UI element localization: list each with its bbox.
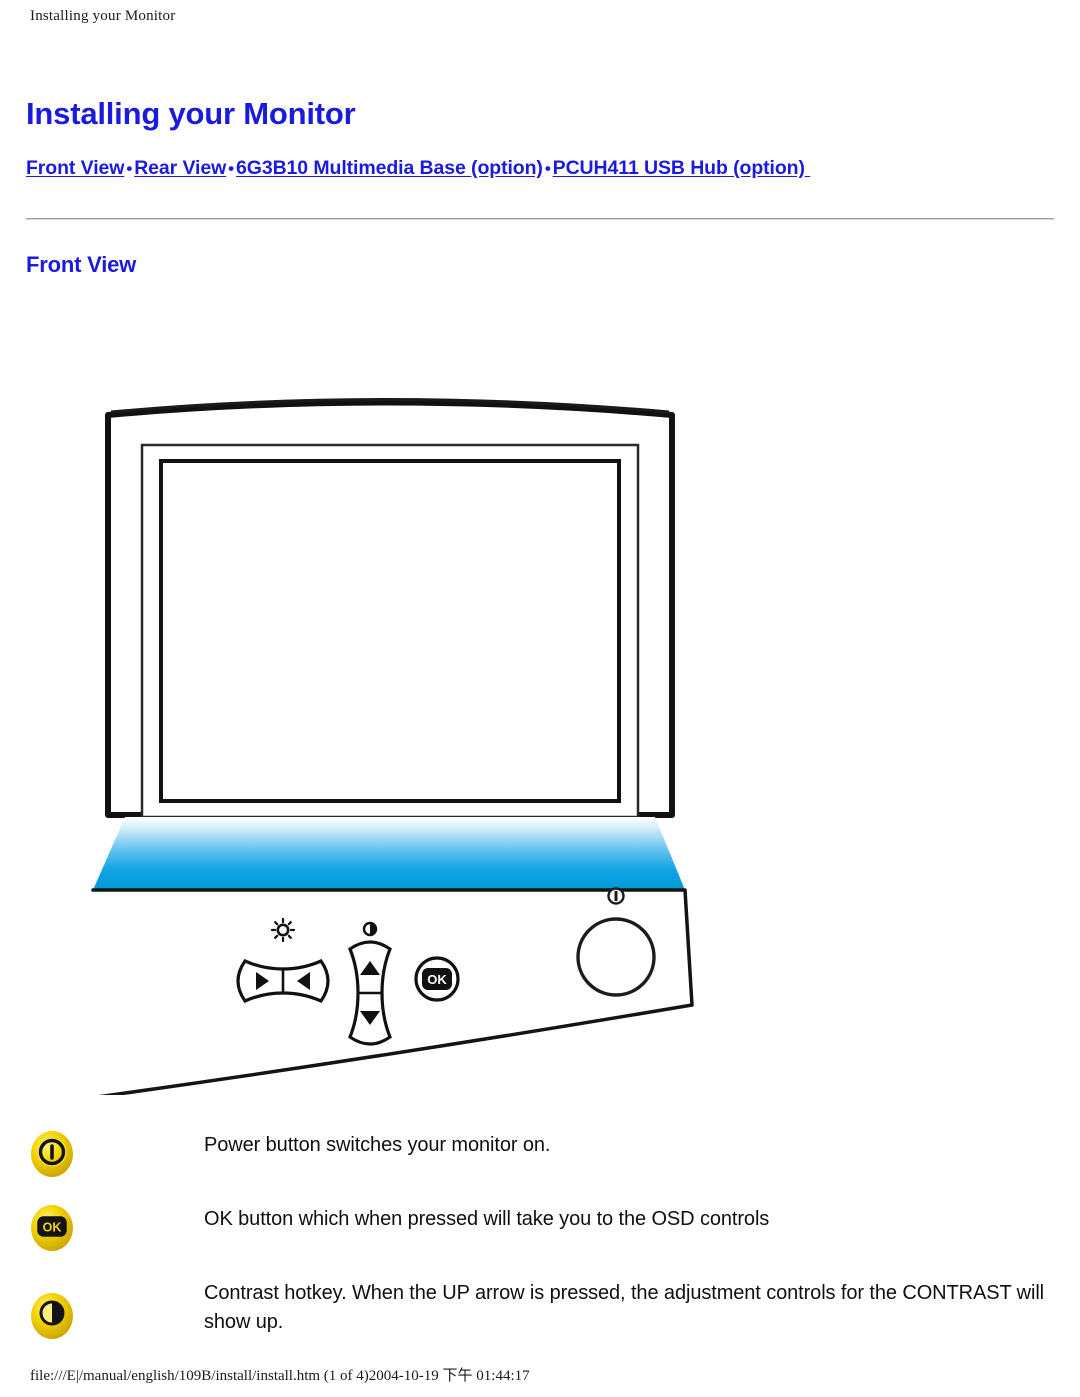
nav-separator: • <box>228 158 235 178</box>
link-usb-hub[interactable]: PCUH411 USB Hub (option) <box>553 157 805 179</box>
breadcrumb: Front View • Rear View • 6G3B10 Multimedia B… <box>26 157 1056 180</box>
section-heading-front-view: Front View <box>26 251 137 277</box>
link-front-view[interactable]: Front View <box>26 157 124 179</box>
power-icon <box>607 887 625 905</box>
legend-item-ok: OK OK button which when pressed will tak… <box>22 1199 1062 1257</box>
contrast-icon <box>31 1293 73 1339</box>
ok-button-label: OK <box>427 972 447 987</box>
ok-icon: OK <box>31 1205 73 1251</box>
legend-item-power: Power button switches your monitor on. <box>22 1125 1062 1183</box>
power-icon <box>31 1131 73 1177</box>
contrast-icon <box>362 921 378 937</box>
link-multimedia-base[interactable]: 6G3B10 Multimedia Base (option) <box>236 157 543 179</box>
running-header: Installing your Monitor <box>30 8 176 24</box>
horizontal-divider <box>26 217 1054 220</box>
legend-power-icon-wrap <box>22 1125 82 1183</box>
monitor-screen <box>159 459 621 803</box>
legend-ok-text: OK button which when pressed will take y… <box>204 1208 770 1230</box>
legend-contrast-icon-wrap <box>22 1273 82 1359</box>
legend-ok-label: OK <box>43 1221 62 1235</box>
monitor-base-blue-strip <box>93 817 685 890</box>
nav-separator: • <box>126 158 133 178</box>
document-content: Installing your Monitor Front View • Rear … <box>26 96 1056 278</box>
legend-contrast-text: Contrast hotkey. When the UP arrow is pr… <box>204 1282 1045 1333</box>
nav-trailing-underline <box>805 157 810 179</box>
link-rear-view[interactable]: Rear View <box>134 157 226 179</box>
power-button-ring[interactable] <box>576 917 656 997</box>
legend-ok-icon-wrap: OK <box>22 1199 82 1257</box>
legend-power-text: Power button switches your monitor on. <box>204 1134 551 1156</box>
page-title: Installing your Monitor <box>26 96 356 131</box>
ok-button[interactable]: OK <box>414 956 460 1002</box>
legend-list: Power button switches your monitor on. O… <box>22 1125 1062 1375</box>
monitor-front-view-figure: OK <box>85 385 725 1095</box>
legend-item-contrast: Contrast hotkey. When the UP arrow is pr… <box>22 1273 1062 1359</box>
nav-separator: • <box>544 158 551 178</box>
page-footer-path: file:///E|/manual/english/109B/install/i… <box>30 1368 530 1384</box>
